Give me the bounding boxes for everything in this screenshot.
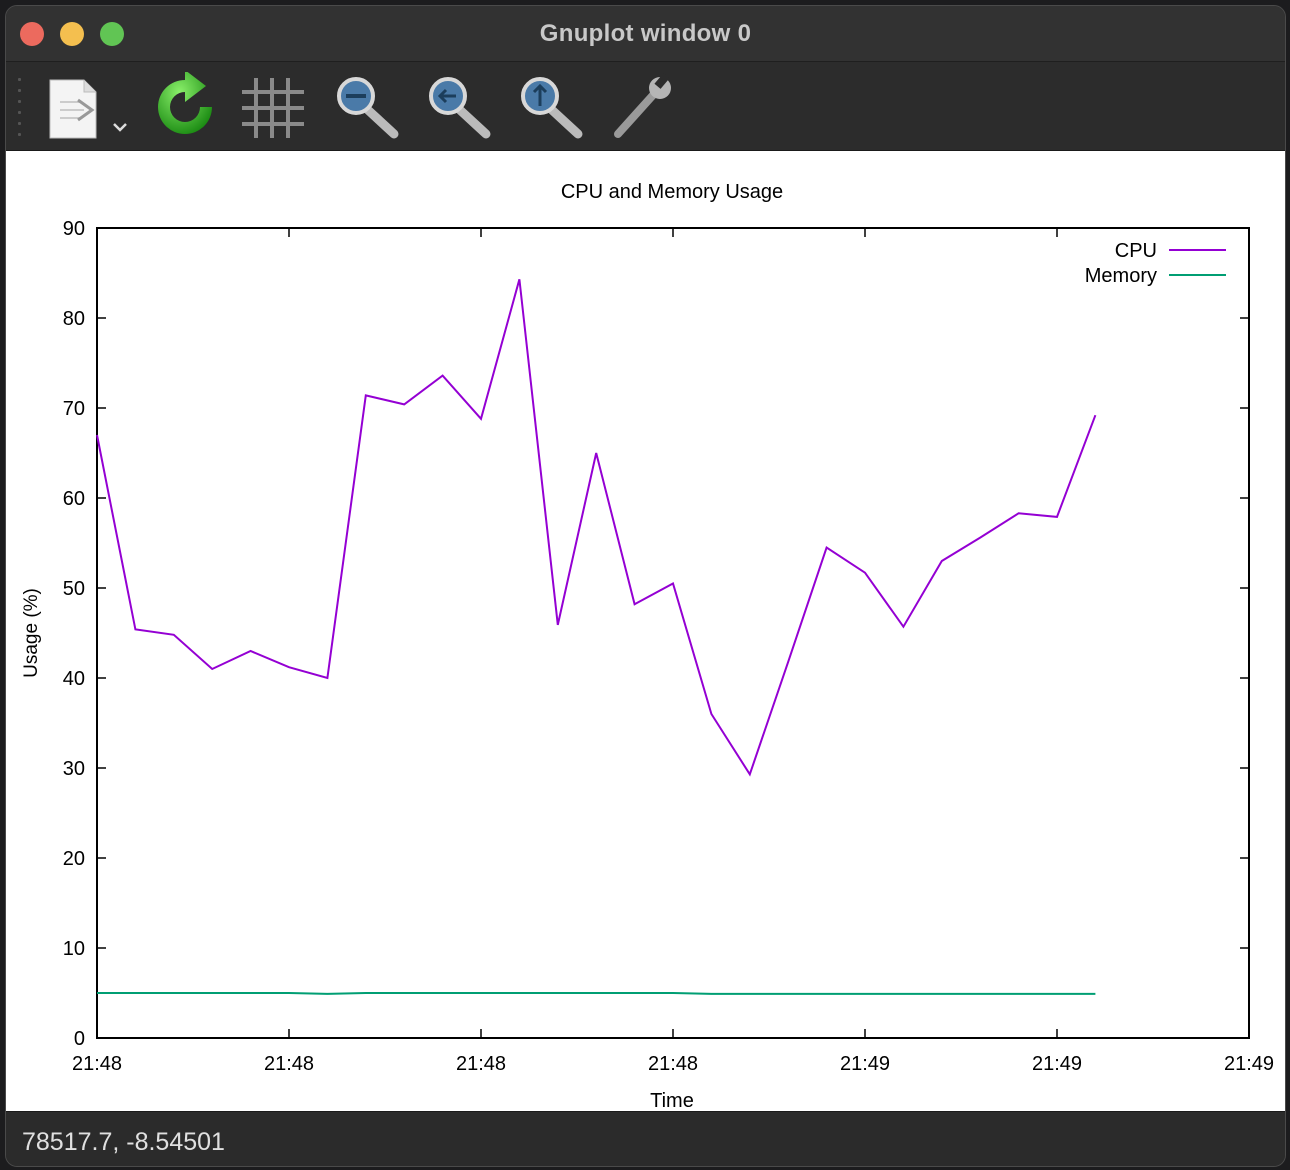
- y-tick-label: 80: [63, 308, 85, 330]
- y-axis-label: Usage (%): [21, 588, 42, 678]
- gnuplot-window: Gnuplot window 0 CPU and Memory Usage 0 …: [5, 5, 1286, 1167]
- status-bar: 78517.7, -8.54501: [6, 1111, 1285, 1166]
- x-tick-label: 21:49: [840, 1053, 890, 1075]
- document-export-icon: [49, 79, 127, 139]
- toolbar-grip-handle[interactable]: [18, 78, 24, 138]
- y-tick-label: 50: [63, 578, 85, 600]
- legend[interactable]: CPU Memory: [1085, 240, 1226, 287]
- y-tick-label: 30: [63, 758, 85, 780]
- y-tick-label: 0: [74, 1028, 85, 1050]
- y-tick-label: 60: [63, 488, 85, 510]
- x-tick-label: 21:49: [1032, 1053, 1082, 1075]
- wrench-icon: [614, 73, 671, 138]
- zoom-previous-icon: [429, 77, 491, 139]
- legend-label-cpu: CPU: [1115, 240, 1157, 262]
- y-tick-label: 70: [63, 398, 85, 420]
- y-tick-label: 20: [63, 848, 85, 870]
- series-line-memory: [97, 992, 1096, 995]
- zoom-next-icon: [521, 77, 583, 139]
- y-tick-label: 90: [63, 218, 85, 240]
- settings-button[interactable]: [606, 72, 676, 142]
- x-tick-label: 21:49: [1224, 1053, 1274, 1075]
- zoom-out-button[interactable]: [332, 72, 402, 142]
- toolbar: [6, 62, 1285, 151]
- x-tick-label: 21:48: [456, 1053, 506, 1075]
- y-axis: 0 10 20 30 40 50 60 70 80 90: [63, 218, 1249, 1050]
- replot-button[interactable]: [150, 70, 220, 142]
- series-line-cpu: [96, 279, 1097, 777]
- zoom-next-button[interactable]: [516, 72, 586, 142]
- series-group: [96, 279, 1097, 995]
- mouse-coordinates: 78517.7, -8.54501: [22, 1128, 225, 1156]
- y-tick-label: 40: [63, 668, 85, 690]
- chart-title: CPU and Memory Usage: [561, 181, 783, 203]
- export-button[interactable]: [44, 72, 127, 142]
- legend-label-memory: Memory: [1085, 265, 1157, 287]
- zoom-out-icon: [337, 77, 399, 139]
- x-tick-label: 21:48: [648, 1053, 698, 1075]
- y-tick-label: 10: [63, 938, 85, 960]
- zoom-prev-button[interactable]: [424, 72, 494, 142]
- grid-button[interactable]: [240, 72, 310, 142]
- x-tick-label: 21:48: [264, 1053, 314, 1075]
- line-chart[interactable]: CPU and Memory Usage 0 10 20 30 40 50 60 70 80 90…: [6, 151, 1286, 1112]
- plot-canvas[interactable]: CPU and Memory Usage 0 10 20 30 40 50 60 70 80 90…: [6, 151, 1286, 1112]
- x-axis-label: Time: [650, 1090, 694, 1111]
- title-bar[interactable]: Gnuplot window 0: [6, 6, 1285, 62]
- window-title: Gnuplot window 0: [539, 20, 752, 47]
- plot-frame: [96, 227, 1250, 1039]
- refresh-icon: [158, 70, 212, 134]
- grid-icon: [242, 78, 304, 138]
- x-tick-label: 21:48: [72, 1053, 122, 1075]
